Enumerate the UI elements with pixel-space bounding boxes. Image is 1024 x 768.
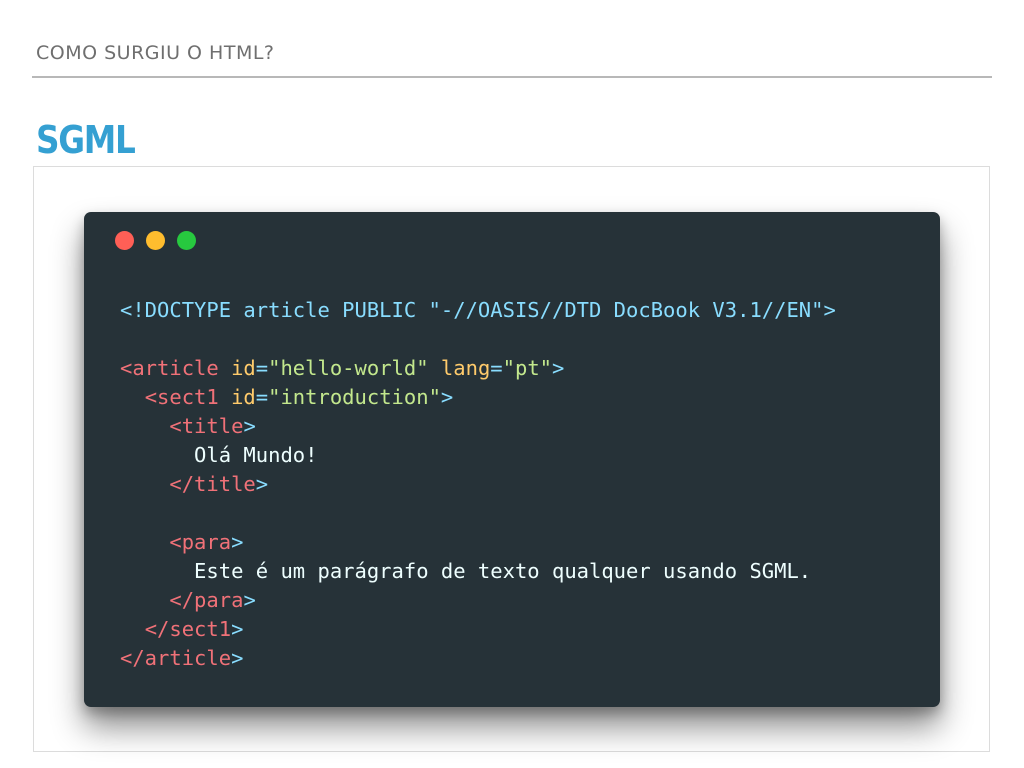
code-token-punct: >: [440, 385, 454, 409]
code-token-attr: lang: [440, 356, 491, 380]
code-token-punct: =: [490, 356, 503, 380]
close-dot-icon: [115, 231, 134, 250]
code-token-tag: <title: [169, 414, 244, 438]
code-line: <article id="hello-world" lang="pt">: [120, 354, 836, 383]
code-line: <para>: [120, 528, 836, 557]
code-line: Este é um parágrafo de texto qualquer us…: [120, 557, 836, 586]
code-line: Olá Mundo!: [120, 441, 836, 470]
code-line: </title>: [120, 470, 836, 499]
code-token-punct: >: [552, 356, 565, 380]
code-token-punct: >: [243, 414, 256, 438]
code-line: <title>: [120, 412, 836, 441]
code-line: </sect1>: [120, 615, 836, 644]
window-controls: [115, 231, 196, 250]
code-line: <sect1 id="introduction">: [120, 383, 836, 412]
code-token-attr: id: [231, 356, 256, 380]
code-token-string: "hello-world": [268, 356, 429, 380]
code-line: </para>: [120, 586, 836, 615]
maximize-dot-icon: [177, 231, 196, 250]
code-token-doctype: <!DOCTYPE article PUBLIC "-//OASIS//DTD …: [120, 298, 836, 322]
code-line: <!DOCTYPE article PUBLIC "-//OASIS//DTD …: [120, 296, 836, 325]
code-token-tag: </title: [169, 472, 256, 496]
minimize-dot-icon: [146, 231, 165, 250]
code-token-text: Este é um parágrafo de texto qualquer us…: [120, 559, 812, 583]
code-token-punct: >: [231, 617, 244, 641]
code-token-text: Olá Mundo!: [120, 443, 318, 467]
code-window: <!DOCTYPE article PUBLIC "-//OASIS//DTD …: [84, 212, 940, 707]
code-token-tag: </para: [169, 588, 244, 612]
code-token-punct: >: [231, 530, 244, 554]
slide-heading: SGML: [36, 118, 136, 162]
code-token-string: "introduction": [268, 385, 441, 409]
code-token-tag: </sect1: [144, 617, 232, 641]
code-token-punct: >: [243, 588, 256, 612]
code-token-punct: >: [231, 646, 244, 670]
code-block: <!DOCTYPE article PUBLIC "-//OASIS//DTD …: [120, 296, 836, 673]
code-line: </article>: [120, 644, 836, 673]
code-token-punct: =: [255, 385, 269, 409]
section-title: COMO SURGIU O HTML?: [36, 42, 275, 64]
code-token-string: "pt": [502, 356, 553, 380]
code-token-tag: <sect1: [144, 385, 232, 409]
code-token-tag: <article: [120, 356, 232, 380]
code-token-attr: id: [231, 385, 256, 409]
header-divider: [32, 76, 992, 78]
code-token-tag: <para: [169, 530, 232, 554]
code-token-tag: </article: [120, 646, 232, 670]
code-token-punct: =: [255, 356, 269, 380]
code-token-punct: >: [255, 472, 269, 496]
